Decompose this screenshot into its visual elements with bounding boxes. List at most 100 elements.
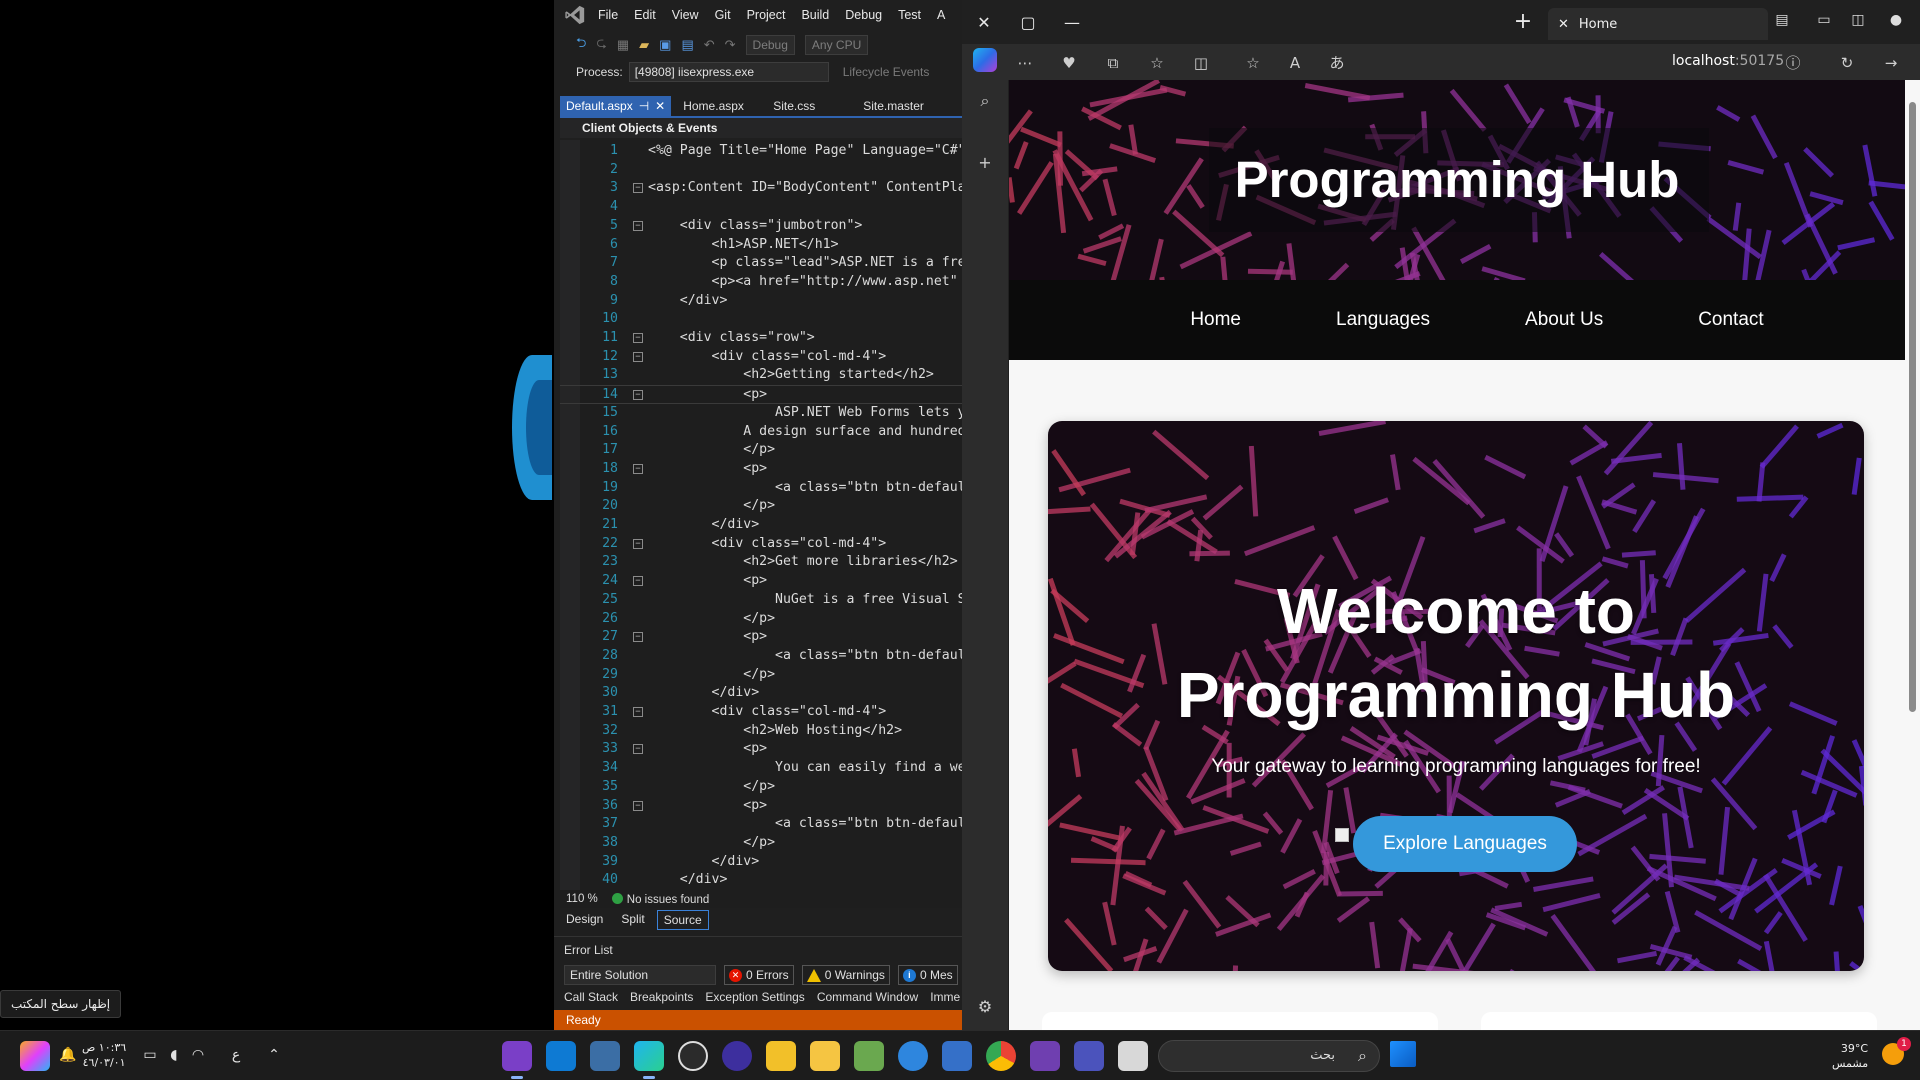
sidebar-add-icon[interactable]: + xyxy=(974,152,996,174)
file-explorer-app-icon[interactable] xyxy=(810,1041,840,1071)
nav-home[interactable]: Home xyxy=(1190,309,1241,331)
call-stack-link[interactable]: Call Stack xyxy=(564,990,618,1004)
collections-icon[interactable]: ◫ xyxy=(1848,12,1868,32)
code-line[interactable]: 27 − <p> xyxy=(560,628,962,647)
code-line[interactable]: 21 </div> xyxy=(560,516,962,535)
code-line[interactable]: 23 <h2>Get more libraries</h2> xyxy=(560,553,962,572)
code-line[interactable]: 32 <h2>Web Hosting</h2> xyxy=(560,722,962,741)
new-item-icon[interactable]: ▦ xyxy=(617,37,629,53)
favorites-list-icon[interactable]: ☆ xyxy=(1146,52,1168,74)
save-all-icon[interactable]: ▤ xyxy=(681,37,693,53)
scope-combo[interactable]: Entire Solution xyxy=(564,965,716,985)
process-combo[interactable]: [49808] iisexpress.exe xyxy=(628,62,829,82)
code-line[interactable]: 3 − <asp:Content ID="BodyContent" ContentP… xyxy=(560,179,962,198)
code-line[interactable]: 25 NuGet is a free Visual St xyxy=(560,591,962,610)
forward-icon[interactable]: ⮎ xyxy=(596,34,606,56)
widgets-icon[interactable] xyxy=(20,1041,50,1071)
code-line[interactable]: 35 </p> xyxy=(560,778,962,797)
fold-toggle-icon[interactable]: − xyxy=(633,220,643,231)
teams-app-icon[interactable] xyxy=(1074,1041,1104,1071)
start-windows-icon[interactable] xyxy=(1390,1041,1416,1067)
vscode-app-icon[interactable] xyxy=(546,1041,576,1071)
code-line[interactable]: 6 <h1>ASP.NET</h1> xyxy=(560,236,962,255)
fold-toggle-icon[interactable]: − xyxy=(633,183,643,194)
favorite-star-icon[interactable]: ☆ xyxy=(1242,52,1264,74)
fold-toggle-icon[interactable]: − xyxy=(633,333,643,343)
nav-contact[interactable]: Contact xyxy=(1658,309,1763,331)
warnings-filter[interactable]: 0 Warnings xyxy=(801,965,890,985)
source-view-button[interactable]: Source xyxy=(656,910,709,930)
close-icon[interactable]: ✕ xyxy=(655,96,665,116)
code-line[interactable]: 12 − <div class="col-md-4"> xyxy=(560,348,962,367)
battery-icon[interactable]: ▭ xyxy=(140,1045,160,1065)
address-bar-url[interactable]: localhost:50175 xyxy=(1672,53,1784,69)
maximize-window-icon[interactable]: ▢ xyxy=(1006,0,1050,44)
fold-toggle-icon[interactable]: − xyxy=(633,463,643,474)
help-app-icon[interactable] xyxy=(898,1041,928,1071)
clock[interactable]: ١٠:٣٦ ص ٤٦/٠٣/٠١ xyxy=(82,1040,126,1070)
code-line[interactable]: 8 <p><a href="http://www.asp.net" c xyxy=(560,273,962,292)
code-line[interactable]: 22 − <div class="col-md-4"> xyxy=(560,535,962,554)
sidebar-settings-icon[interactable]: ⚙ xyxy=(974,996,996,1018)
code-line[interactable]: 29 </p> xyxy=(560,666,962,685)
fold-toggle-icon[interactable]: − xyxy=(633,576,643,587)
code-line[interactable]: 28 <a class="btn btn-default xyxy=(560,647,962,666)
notifications-icon[interactable]: 🔔 xyxy=(58,1045,78,1065)
nav-languages[interactable]: Languages xyxy=(1296,309,1430,331)
translate-icon[interactable]: あ xyxy=(1326,52,1348,74)
redo-icon[interactable]: ↷ xyxy=(725,37,736,53)
scroll-thumb[interactable] xyxy=(1909,102,1916,712)
messages-filter[interactable]: i0 Mes xyxy=(897,965,958,985)
store-app-icon[interactable] xyxy=(942,1041,972,1071)
tab-actions-icon[interactable]: ▭ xyxy=(1814,12,1834,32)
menu-view[interactable]: View xyxy=(672,8,699,22)
menu-build[interactable]: Build xyxy=(801,8,829,22)
code-line[interactable]: 34 You can easily find a web xyxy=(560,759,962,778)
menu-analyze[interactable]: A xyxy=(937,8,945,22)
split-view-button[interactable]: Split xyxy=(615,910,650,930)
sidebar-search-icon[interactable]: ⌕ xyxy=(974,90,996,112)
code-line[interactable]: 24 − <p> xyxy=(560,572,962,591)
github-app-icon[interactable] xyxy=(678,1041,708,1071)
nav-about-us[interactable]: About Us xyxy=(1485,309,1603,331)
lifecycle-events[interactable]: Lifecycle Events xyxy=(843,65,930,79)
app-icon-9[interactable] xyxy=(854,1041,884,1071)
taskbar-search[interactable]: بحث ⌕ xyxy=(1158,1040,1380,1072)
breakpoints-link[interactable]: Breakpoints xyxy=(630,990,693,1004)
undo-icon[interactable]: ↶ xyxy=(704,37,715,53)
issues-indicator[interactable]: No issues found xyxy=(611,892,709,906)
code-line[interactable]: 15 ASP.NET Web Forms lets yo xyxy=(560,404,962,423)
menu-edit[interactable]: Edit xyxy=(634,8,656,22)
menu-project[interactable]: Project xyxy=(747,8,786,22)
errors-filter[interactable]: ✕ 0 Errors xyxy=(724,965,794,985)
code-line[interactable]: 1 <%@ Page Title="Home Page" Language="C#… xyxy=(560,142,962,161)
platform-combo[interactable]: Any CPU xyxy=(804,35,869,55)
code-line[interactable]: 38 </p> xyxy=(560,834,962,853)
explore-languages-button[interactable]: Explore Languages xyxy=(1353,816,1577,872)
code-line[interactable]: 39 </div> xyxy=(560,853,962,872)
menu-file[interactable]: File xyxy=(598,8,618,22)
edge-app-icon[interactable] xyxy=(634,1041,664,1079)
code-line[interactable]: 2 xyxy=(560,161,962,180)
tab-default-aspx[interactable]: Default.aspx ⊣ ✕ xyxy=(560,96,672,116)
chrome-app-icon[interactable] xyxy=(986,1041,1016,1071)
immediate-window-link[interactable]: Imme xyxy=(930,990,960,1004)
fold-toggle-icon[interactable]: − xyxy=(633,800,643,811)
fold-toggle-icon[interactable]: − xyxy=(633,351,643,362)
code-line[interactable]: 11 − <div class="row"> xyxy=(560,329,962,348)
code-line[interactable]: 18 − <p> xyxy=(560,460,962,479)
design-view-button[interactable]: Design xyxy=(560,910,609,930)
tab-site-css[interactable]: Site.css xyxy=(763,96,851,116)
split-screen-icon[interactable]: ◫ xyxy=(1190,52,1212,74)
code-editor[interactable]: 1 <%@ Page Title="Home Page" Language="C#… xyxy=(560,140,962,890)
config-combo[interactable]: Debug xyxy=(745,35,795,55)
back-icon[interactable]: ⮌ xyxy=(576,34,586,56)
code-line[interactable]: 40 </div> xyxy=(560,871,962,890)
menu-test[interactable]: Test xyxy=(898,8,921,22)
visual-studio-2-app-icon[interactable] xyxy=(1030,1041,1060,1071)
tab-site-master[interactable]: Site.master xyxy=(853,96,941,116)
wifi-icon[interactable]: ◠ xyxy=(188,1045,208,1065)
save-icon[interactable]: ▣ xyxy=(659,37,671,53)
code-line[interactable]: 5 − <div class="jumbotron"> xyxy=(560,217,962,236)
more-icon[interactable]: ⋯ xyxy=(1014,52,1036,74)
